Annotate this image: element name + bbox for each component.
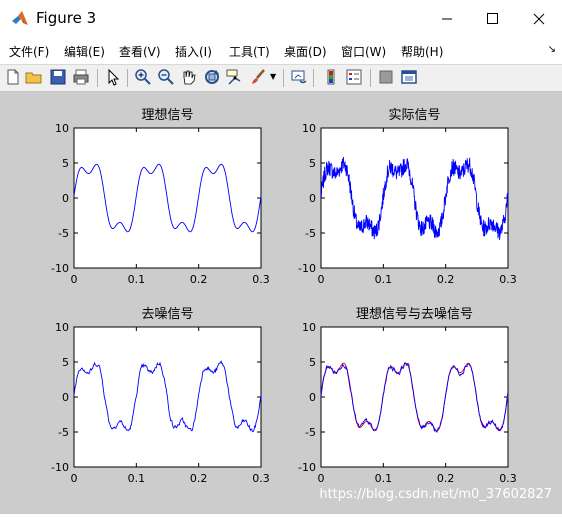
subplot-4: 理想信号与去噪信号1050-5-100 0.1 0.2 0.3 <box>298 306 517 485</box>
window-title: Figure 3 <box>36 9 97 27</box>
x-tick-label: 0.2 <box>190 472 208 485</box>
x-tick-label: 0.2 <box>437 472 455 485</box>
y-tick-label: 5 <box>62 356 69 369</box>
open-folder-icon[interactable] <box>25 68 43 86</box>
subplot-title: 理想信号与去噪信号 <box>356 306 473 322</box>
y-tick-label: 0 <box>62 391 69 404</box>
menu-insert[interactable]: 插入(I) <box>175 43 212 60</box>
x-tick-label: 0.3 <box>252 273 270 286</box>
menu-view[interactable]: 查看(V) <box>119 43 161 60</box>
menu-file[interactable]: 文件(F) <box>9 43 49 60</box>
link-icon[interactable] <box>290 68 308 86</box>
subplot-3: 去噪信号1050-5-100 0.1 0.2 0.3 <box>51 307 270 485</box>
figure-canvas: 理想信号 10 5 0 -5 -10 0 0.1 0.2 0.3 实际信号 10 5 0 -5 -10 0 0.1… <box>0 92 562 514</box>
zoom-out-icon[interactable] <box>157 68 175 86</box>
x-tick-label: 0.3 <box>499 472 517 485</box>
x-tick-label: 0 <box>71 472 78 485</box>
maximize-icon <box>487 13 498 24</box>
menu-bar: 文件(F) 编辑(E) 查看(V) 插入(I) 工具(T) 桌面(D) 窗口(W… <box>0 40 562 62</box>
y-tick-label: -10 <box>51 262 69 275</box>
y-tick-label: 10 <box>302 122 316 135</box>
y-tick-label: -5 <box>58 426 69 439</box>
close-icon <box>533 13 545 25</box>
y-tick-label: 0 <box>309 192 316 205</box>
matlab-logo-icon <box>12 11 28 25</box>
x-tick-label: 0 <box>71 273 78 286</box>
close-button[interactable] <box>516 0 562 38</box>
pointer-icon[interactable] <box>104 68 122 86</box>
figure-plots: 理想信号1050-5-100 0.1 0.2 0.3实际信号1050-5-100 0.1… <box>51 107 517 485</box>
y-tick-label: 5 <box>62 157 69 170</box>
title-bar: Figure 3 <box>0 0 562 38</box>
subplot-title: 理想信号 <box>141 107 193 123</box>
data-cursor-icon[interactable] <box>226 68 244 86</box>
menu-tools[interactable]: 工具(T) <box>229 43 270 60</box>
x-tick-label: 0 <box>318 472 325 485</box>
y-tick-label: 10 <box>55 122 69 135</box>
colorbar-icon[interactable] <box>322 68 340 86</box>
brush-icon[interactable] <box>249 68 267 86</box>
y-tick-label: -5 <box>305 426 316 439</box>
x-tick-label: 0.1 <box>375 273 393 286</box>
x-tick-label: 0.1 <box>128 273 146 286</box>
hide-tools-icon[interactable] <box>377 68 395 86</box>
save-icon[interactable] <box>49 68 67 86</box>
minimize-button[interactable] <box>424 0 470 38</box>
subplot-title: 实际信号 <box>388 108 440 123</box>
y-tick-label: -10 <box>298 262 316 275</box>
figure-window: Figure 3 文件(F) 编辑(E) 查看(V) 插入(I) 工具(T) 桌… <box>0 0 562 514</box>
y-tick-label: 0 <box>62 192 69 205</box>
brush-dropdown-icon[interactable]: ▼ <box>270 72 276 81</box>
y-tick-label: 10 <box>55 321 69 334</box>
print-icon[interactable] <box>72 68 90 86</box>
minimize-icon <box>442 18 452 20</box>
toolbar-separator <box>370 69 371 87</box>
subplot-1: 理想信号1050-5-100 0.1 0.2 0.3 <box>51 107 270 286</box>
x-tick-label: 0.3 <box>252 472 270 485</box>
subplot-title: 去噪信号 <box>141 307 193 322</box>
new-file-icon[interactable] <box>4 68 22 86</box>
y-tick-label: 5 <box>309 157 316 170</box>
x-tick-label: 0.2 <box>190 273 208 286</box>
toolbar-separator <box>313 69 314 87</box>
y-tick-label: 0 <box>309 391 316 404</box>
x-tick-label: 0.1 <box>375 472 393 485</box>
watermark: https://blog.csdn.net/m0_37602827 <box>319 487 552 502</box>
x-tick-label: 0.1 <box>128 472 146 485</box>
x-tick-label: 0.3 <box>499 273 517 286</box>
zoom-in-icon[interactable] <box>134 68 152 86</box>
y-tick-label: 10 <box>302 321 316 334</box>
y-tick-label: -10 <box>51 461 69 474</box>
x-tick-label: 0 <box>318 273 325 286</box>
menu-edit[interactable]: 编辑(E) <box>64 43 105 60</box>
y-tick-label: -5 <box>58 227 69 240</box>
menu-window[interactable]: 窗口(W) <box>341 43 386 60</box>
y-tick-label: -5 <box>305 227 316 240</box>
toolbar-separator <box>127 69 128 87</box>
menubar-overflow-icon[interactable]: ↘ <box>548 44 556 55</box>
x-tick-label: 0.2 <box>437 273 455 286</box>
menu-desktop[interactable]: 桌面(D) <box>284 43 327 60</box>
maximize-button[interactable] <box>470 0 516 38</box>
dock-icon[interactable] <box>400 68 418 86</box>
toolbar-separator <box>97 69 98 87</box>
pan-icon[interactable] <box>180 68 198 86</box>
legend-icon[interactable] <box>345 68 363 86</box>
menu-help[interactable]: 帮助(H) <box>401 43 443 60</box>
rotate-icon[interactable] <box>203 68 221 86</box>
subplot-2: 实际信号1050-5-100 0.1 0.2 0.3 <box>298 108 517 286</box>
figure-toolbar: ▼ <box>0 64 562 92</box>
y-tick-label: -10 <box>298 461 316 474</box>
toolbar-separator <box>283 69 284 87</box>
y-tick-label: 5 <box>309 356 316 369</box>
